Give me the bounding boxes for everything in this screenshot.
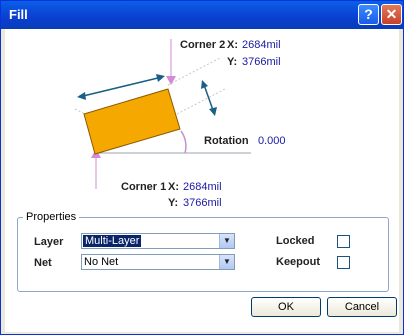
title-bar[interactable]: Fill ? ✕ [1,1,403,29]
corner2-x-label: X: [227,39,238,51]
rotation-arc [180,130,187,154]
chevron-down-icon[interactable]: ▼ [219,234,234,248]
rotation-value[interactable]: 0.000 [258,135,286,147]
corner2-x-value[interactable]: 2684mil [242,39,281,51]
corner1-x-label: X: [168,181,179,193]
corner2-y-label: Y: [227,56,238,68]
fill-rectangle [83,88,181,155]
help-icon: ? [364,6,373,22]
corner2-label: Corner 2 [180,39,226,51]
guide-line-side [176,88,226,115]
corner1-y-label: Y: [168,197,179,209]
layer-select-value: Multi-Layer [83,235,142,247]
keepout-label: Keepout [276,256,320,268]
net-select-value: No Net [84,256,119,268]
guide-line-top [167,57,221,86]
help-button[interactable]: ? [358,4,379,25]
layer-label: Layer [34,236,64,248]
layer-select[interactable]: Multi-Layer ▼ [81,233,235,249]
cancel-button[interactable]: Cancel [327,297,397,317]
fill-dialog: Fill ? ✕ Corner 2 X: 2684mil Y: 3766mil … [0,0,404,335]
locked-label: Locked [276,235,315,247]
window-title: Fill [9,7,28,22]
close-button[interactable]: ✕ [381,4,402,25]
ok-button[interactable]: OK [251,297,321,317]
close-icon: ✕ [385,6,398,22]
net-label: Net [34,257,52,269]
dialog-body: Corner 2 X: 2684mil Y: 3766mil Rotation … [5,29,399,332]
keepout-checkbox[interactable] [337,256,350,269]
chevron-down-icon[interactable]: ▼ [219,255,234,269]
corner2-y-value[interactable]: 3766mil [242,56,281,68]
width-arrow-head-right [156,74,165,82]
corner2-pointer-arrow [166,76,176,85]
guide-line-left [74,108,86,115]
width-arrow-head-left [77,92,86,100]
locked-checkbox[interactable] [337,235,350,248]
corner1-label: Corner 1 [121,181,167,193]
properties-group-label: Properties [23,211,80,223]
net-select[interactable]: No Net ▼ [81,254,235,270]
corner1-y-value[interactable]: 3766mil [183,197,222,209]
height-arrow-head-bottom [209,107,217,116]
rotation-label: Rotation [204,135,249,147]
corner1-x-value[interactable]: 2684mil [183,181,222,193]
